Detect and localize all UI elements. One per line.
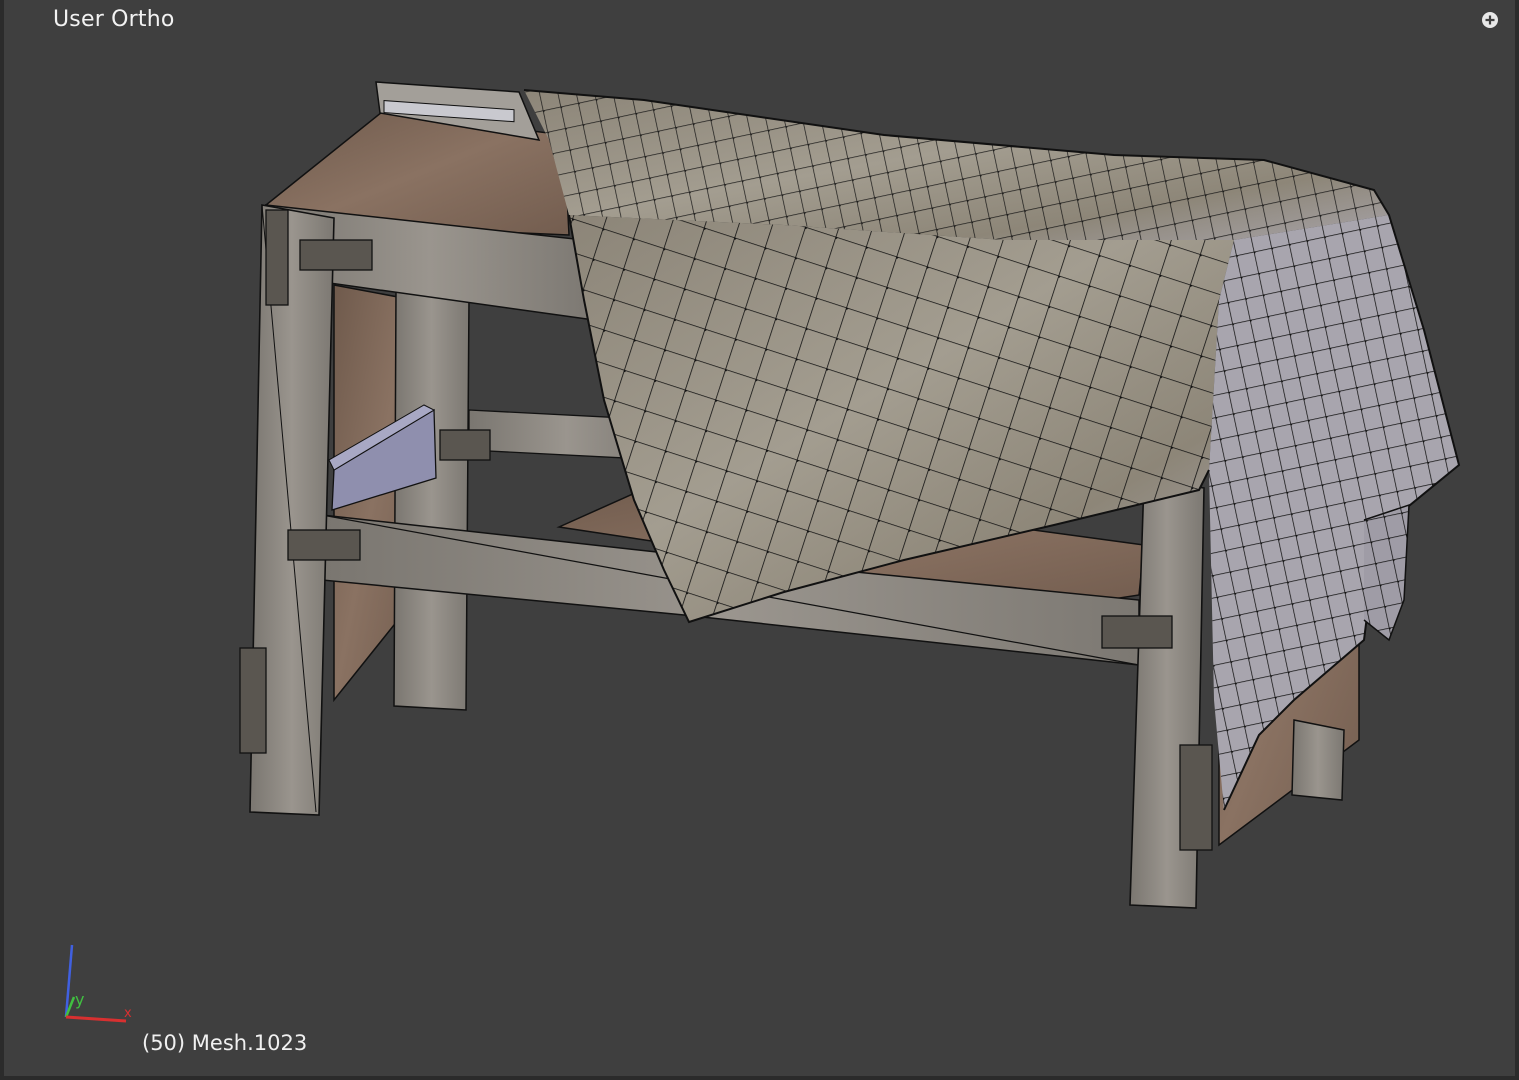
bracket xyxy=(1179,744,1213,851)
bracket xyxy=(1101,615,1173,649)
3d-viewport[interactable]: User Ortho y x (50) Mesh.1023 xyxy=(0,0,1519,1080)
plus-circle-icon[interactable] xyxy=(1481,11,1499,29)
x-axis-label: x xyxy=(124,1006,132,1021)
bracket xyxy=(265,209,289,306)
bracket xyxy=(439,429,491,461)
bracket xyxy=(287,529,361,561)
back-left-leg xyxy=(393,289,470,711)
axis-gizmo: y x xyxy=(44,935,144,1034)
object-info-label: (50) Mesh.1023 xyxy=(142,1031,308,1055)
view-name-label: User Ortho xyxy=(53,7,175,32)
back-right-leg xyxy=(1291,719,1345,801)
y-axis-label: y xyxy=(75,990,84,1009)
bracket xyxy=(239,647,267,754)
bracket xyxy=(299,239,373,271)
table-with-cloth-mesh[interactable] xyxy=(4,0,1519,1080)
x-axis-icon xyxy=(65,1015,127,1023)
